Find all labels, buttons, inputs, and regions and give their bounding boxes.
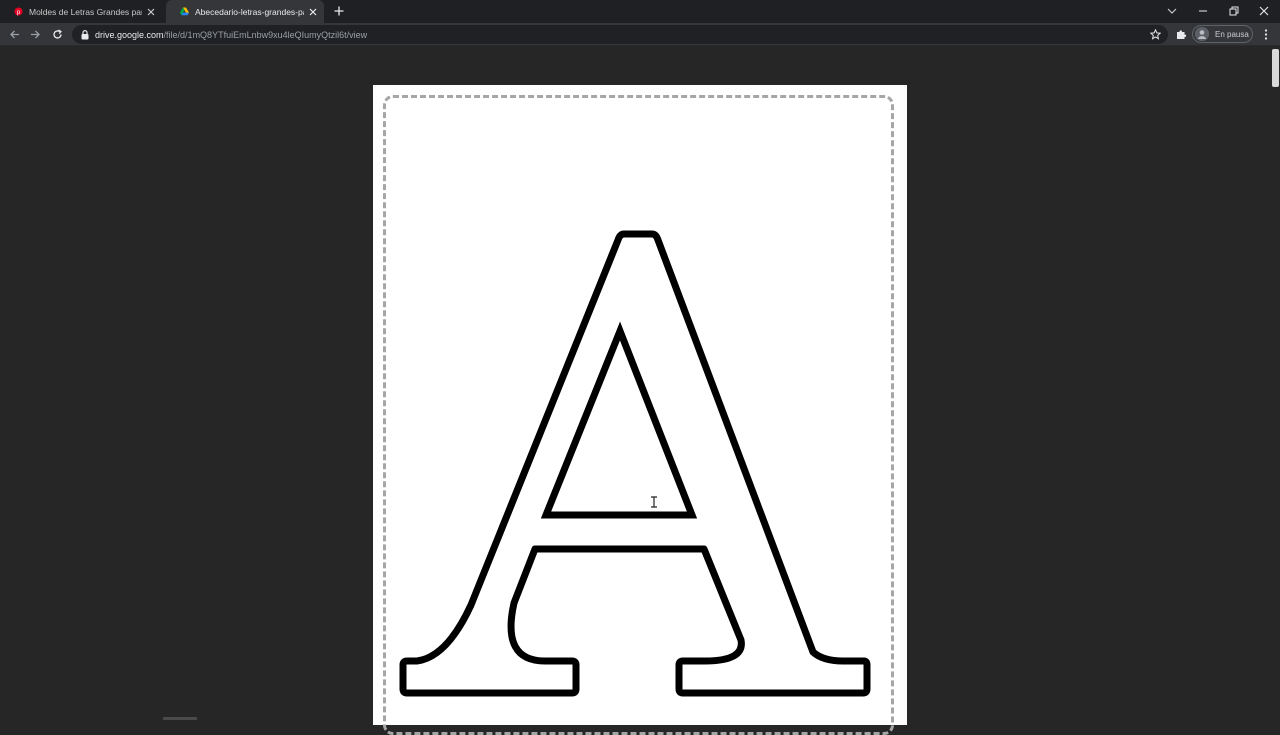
bookmark-star-icon[interactable] bbox=[1148, 27, 1162, 41]
pinterest-favicon-icon: p bbox=[14, 7, 23, 16]
extensions-puzzle-icon[interactable] bbox=[1173, 26, 1189, 42]
avatar bbox=[1195, 27, 1209, 41]
vertical-scrollbar[interactable] bbox=[1270, 47, 1280, 720]
kebab-menu-icon[interactable] bbox=[1258, 26, 1274, 42]
restore-window-icon[interactable] bbox=[1226, 3, 1242, 19]
close-window-icon[interactable] bbox=[1256, 3, 1272, 19]
forward-arrow-icon[interactable] bbox=[27, 26, 43, 42]
tab-title: Moldes de Letras Grandes para I bbox=[29, 6, 142, 17]
minimize-window-icon[interactable] bbox=[1195, 3, 1211, 19]
close-tab-icon[interactable] bbox=[308, 7, 318, 17]
close-tab-icon[interactable] bbox=[146, 7, 156, 17]
url-path: /file/d/1mQ8YTfuiEmLnbw9xu4leQIumyQtzil6… bbox=[163, 29, 368, 40]
tab-strip: p Moldes de Letras Grandes para I Abeced… bbox=[0, 0, 1280, 23]
browser-toolbar: drive.google.com/file/d/1mQ8YTfuiEmLnbw9… bbox=[0, 23, 1280, 46]
lock-icon[interactable] bbox=[80, 29, 90, 40]
scrollbar-thumb[interactable] bbox=[1272, 49, 1279, 87]
new-tab-plus-icon[interactable] bbox=[332, 4, 346, 18]
url-host: drive.google.com bbox=[95, 29, 164, 40]
document-viewer[interactable] bbox=[0, 47, 1280, 735]
profile-button[interactable]: En pausa bbox=[1192, 25, 1253, 43]
i-beam-cursor-icon bbox=[650, 495, 658, 509]
tab-abecedario[interactable]: Abecedario-letras-grandes-para- bbox=[166, 0, 324, 23]
back-arrow-icon[interactable] bbox=[6, 26, 22, 42]
reload-icon[interactable] bbox=[49, 26, 65, 42]
tab-moldes[interactable]: p Moldes de Letras Grandes para I bbox=[0, 0, 162, 23]
tab-search-chevron-down-icon[interactable] bbox=[1164, 3, 1180, 19]
document-page[interactable] bbox=[373, 85, 907, 735]
tab-title: Abecedario-letras-grandes-para- bbox=[195, 6, 304, 17]
profile-status-label: En pausa bbox=[1215, 29, 1249, 39]
google-drive-favicon-icon bbox=[180, 7, 189, 16]
address-bar[interactable]: drive.google.com/file/d/1mQ8YTfuiEmLnbw9… bbox=[72, 25, 1168, 44]
outlined-letter-a bbox=[399, 230, 871, 697]
